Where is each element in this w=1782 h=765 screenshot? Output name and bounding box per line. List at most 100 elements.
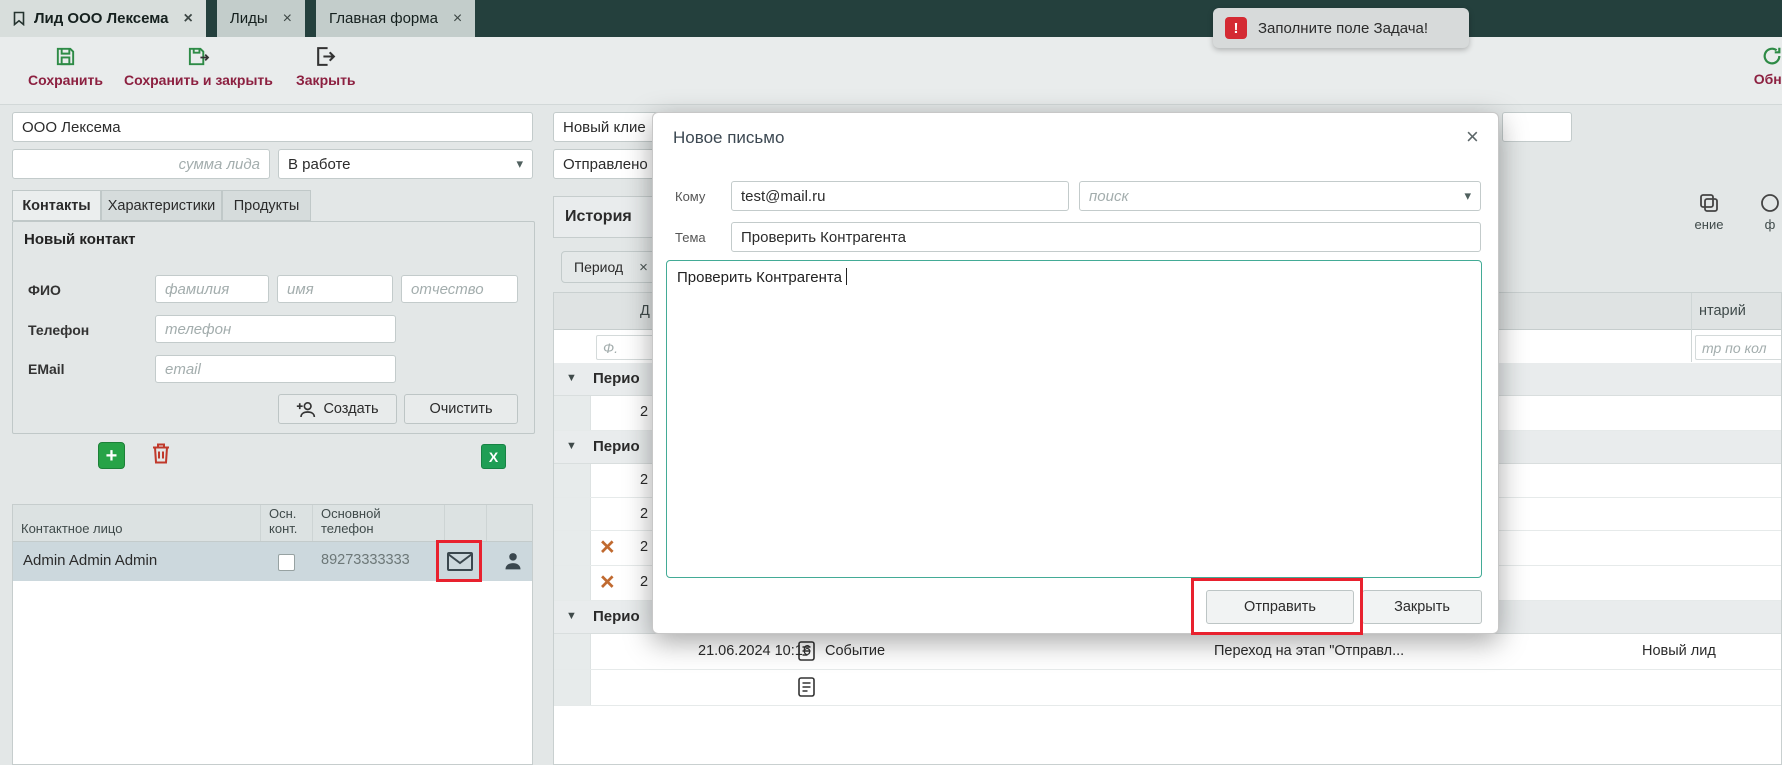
main-contact-checkbox[interactable] — [278, 554, 295, 571]
text-caret — [846, 268, 848, 285]
exit-icon — [314, 45, 337, 68]
close-icon[interactable]: × — [639, 259, 648, 276]
add-row-button[interactable]: + — [98, 442, 125, 469]
close-icon[interactable]: × — [453, 10, 462, 28]
firstname-input[interactable] — [277, 275, 393, 303]
save-and-close-label: Сохранить и закрыть — [124, 72, 273, 88]
window-tab-leads[interactable]: Лиды × — [217, 0, 305, 37]
close-form-label: Закрыть — [296, 72, 356, 88]
collapse-triangle-icon[interactable]: ▼ — [566, 372, 577, 384]
column-mail — [445, 505, 487, 541]
send-button-label: Отправить — [1244, 599, 1316, 615]
delete-row-button[interactable] — [150, 441, 172, 466]
history-event-row[interactable]: 21.06.2024 10:16 Событие Переход на этап… — [554, 634, 1781, 670]
cancel-icon[interactable]: × — [600, 567, 615, 597]
row-date: 2 — [640, 472, 648, 488]
column-person — [487, 505, 533, 541]
close-icon[interactable]: × — [1466, 124, 1479, 150]
clear-contact-button[interactable]: Очистить — [404, 394, 518, 424]
create-contact-label: Создать — [323, 401, 378, 417]
group-label: Перио — [593, 438, 640, 455]
close-button[interactable]: Закрыть — [1362, 590, 1482, 624]
collapse-triangle-icon[interactable]: ▼ — [566, 610, 577, 622]
error-icon: ! — [1225, 17, 1247, 39]
window-tabbar: Лид ООО Лексема × Лиды × Главная форма × — [0, 0, 1782, 37]
send-button[interactable]: Отправить — [1206, 590, 1354, 624]
contact-email-input[interactable] — [155, 355, 396, 383]
refresh-label: Обно — [1754, 71, 1782, 87]
new-mail-dialog: Новое письмо × Кому поиск ▾ Тема Провери… — [652, 112, 1499, 634]
envelope-icon — [447, 552, 473, 571]
export-excel-button[interactable]: X — [481, 444, 506, 469]
tab-history[interactable]: История — [553, 196, 665, 238]
group-label: Перио — [593, 608, 640, 625]
status-select[interactable]: В работе ▾ — [278, 149, 533, 179]
recipient-search-select[interactable]: поиск ▾ — [1079, 181, 1481, 211]
close-icon[interactable]: × — [283, 10, 292, 28]
expander-cell — [554, 464, 591, 497]
column-main-contact: Осн. конт. — [261, 505, 313, 541]
window-tab-label: Лид ООО Лексема — [34, 10, 169, 27]
open-contact-button[interactable] — [503, 551, 523, 571]
contact-phone-input[interactable] — [155, 315, 396, 343]
cancel-icon[interactable]: × — [600, 532, 615, 562]
excel-icon: X — [489, 449, 498, 465]
date-column-header: Д — [640, 303, 650, 319]
tab-contacts-label: Контакты — [22, 198, 90, 214]
send-mail-button[interactable] — [447, 552, 473, 571]
close-form-button[interactable]: Закрыть — [296, 45, 356, 88]
group-label: Перио — [593, 370, 640, 387]
close-icon[interactable]: × — [184, 10, 193, 28]
side-button-attachment[interactable]: ение — [1686, 193, 1732, 232]
event-stage: Новый лид — [1642, 643, 1716, 659]
toast-text: Заполните поле Задача! — [1258, 20, 1428, 37]
message-body-textarea[interactable]: Проверить Контрагента — [666, 260, 1482, 578]
body-text: Проверить Контрагента — [677, 269, 842, 286]
contacts-table: Контактное лицо Осн. конт. Основной теле… — [12, 504, 533, 765]
top-right-field[interactable] — [1502, 112, 1572, 142]
save-label: Сохранить — [28, 72, 103, 88]
dialog-title: Новое письмо — [673, 128, 784, 148]
lead-amount-input[interactable] — [12, 149, 270, 179]
period-chip-label: Период — [574, 259, 623, 275]
app-screen: Лид ООО Лексема × Лиды × Главная форма ×… — [0, 0, 1782, 765]
window-tab-lead[interactable]: Лид ООО Лексема × — [0, 0, 206, 37]
window-tab-main-form[interactable]: Главная форма × — [316, 0, 475, 37]
event-icon — [798, 677, 815, 697]
tab-characteristics[interactable]: Характеристики — [101, 190, 222, 221]
to-label: Кому — [675, 189, 705, 204]
event-type: Событие — [825, 643, 885, 659]
refresh-button[interactable]: Обно — [1742, 45, 1782, 87]
collapse-triangle-icon[interactable]: ▼ — [566, 440, 577, 452]
comment-filter-input[interactable] — [1695, 335, 1782, 360]
event-date: 21.06.2024 10:16 — [698, 643, 811, 659]
clear-contact-label: Очистить — [429, 401, 492, 417]
expander-cell — [554, 396, 591, 430]
person-icon — [503, 551, 523, 571]
save-button[interactable]: Сохранить — [28, 45, 103, 88]
copy-icon — [1699, 193, 1719, 213]
create-contact-button[interactable]: Создать — [278, 394, 397, 424]
expander-cell — [554, 634, 591, 669]
tab-contacts[interactable]: Контакты — [12, 190, 101, 221]
tab-products[interactable]: Продукты — [222, 190, 311, 221]
save-and-close-button[interactable]: Сохранить и закрыть — [124, 45, 273, 88]
company-name-input[interactable] — [12, 112, 533, 142]
trash-icon — [150, 441, 172, 466]
event-icon — [798, 641, 815, 661]
history-row-partial[interactable] — [554, 670, 1781, 706]
subject-input[interactable] — [731, 222, 1481, 252]
email-label: EMail — [28, 361, 65, 377]
window-tab-label: Главная форма — [329, 10, 438, 27]
column-contact: Контактное лицо — [13, 505, 261, 541]
middlename-input[interactable] — [401, 275, 518, 303]
chevron-down-icon: ▾ — [516, 156, 523, 172]
side-button-filter[interactable]: ф — [1752, 193, 1782, 232]
contact-row[interactable]: Admin Admin Admin 89273333333 — [13, 542, 532, 581]
lastname-input[interactable] — [155, 275, 269, 303]
side-button-label: ф — [1765, 217, 1776, 232]
toast-notification: ! Заполните поле Задача! — [1213, 8, 1469, 48]
contact-name: Admin Admin Admin — [23, 552, 157, 569]
to-input[interactable] — [731, 181, 1069, 211]
phone-label: Телефон — [28, 322, 89, 338]
